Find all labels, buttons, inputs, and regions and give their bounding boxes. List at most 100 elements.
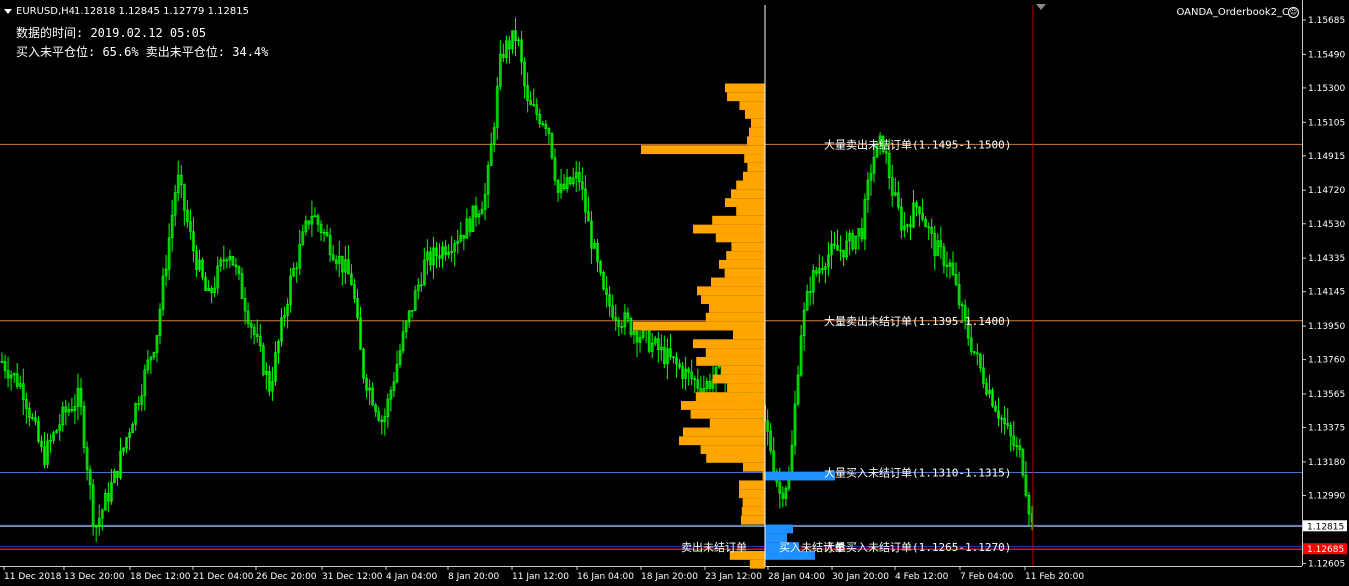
sell-order-bar <box>747 136 765 146</box>
price-axis-line <box>1302 0 1303 566</box>
sell-order-bar <box>712 374 765 384</box>
sell-order-bar <box>749 127 765 137</box>
data-time-label: 数据的时间: 2019.02.12 05:05 <box>16 26 207 40</box>
sell-order-bar <box>727 383 765 393</box>
sell-order-bar <box>681 401 765 410</box>
price-tick-label: 1.15300 <box>1308 84 1345 94</box>
time-tick-label: 18 Jan 20:00 <box>641 572 698 582</box>
sell-order-bar <box>701 295 765 305</box>
sell-order-bar <box>683 427 765 437</box>
sell-order-bar <box>690 409 765 419</box>
sell-order-bar <box>751 118 765 128</box>
sell-order-bar <box>705 312 765 322</box>
sell-order-bar <box>693 339 765 349</box>
price-tick-label: 1.15685 <box>1308 16 1345 26</box>
price-tick-label: 1.14720 <box>1308 186 1345 196</box>
sell-order-bar <box>743 171 765 181</box>
sell-order-bar <box>724 268 765 278</box>
sell-order-bar <box>736 180 765 190</box>
price-tick-label: 1.14335 <box>1308 254 1345 264</box>
time-tick-label: 21 Dec 04:00 <box>193 572 254 582</box>
price-tick-label: 1.14145 <box>1308 288 1345 298</box>
price-tick-label: 1.15490 <box>1308 50 1345 60</box>
sell-order-bar <box>705 348 765 357</box>
sell-order-bar <box>731 189 765 199</box>
time-tick-label: 8 Jan 20:00 <box>448 572 500 582</box>
time-tick-label: 23 Jan 12:00 <box>705 572 762 582</box>
order-annotation: 大量买入未结订单(1.1265-1.1270) <box>824 540 1011 554</box>
price-chart[interactable]: 1.15685 1.15490 1.15300 1.15105 1.14915 1.147… <box>0 0 1349 586</box>
price-tick-label: 1.13180 <box>1308 458 1345 468</box>
time-tick-label: 31 Dec 12:00 <box>322 572 383 582</box>
sell-order-bar <box>712 215 765 225</box>
ask-price-tag: 1.12685 <box>1307 545 1344 555</box>
time-tick-label: 13 Dec 20:00 <box>64 572 125 582</box>
time-tick-label: 11 Jan 12:00 <box>512 572 569 582</box>
sell-order-bar <box>725 198 765 207</box>
sell-order-bar <box>743 462 765 472</box>
sell-order-bar <box>736 206 765 216</box>
sell-order-bar <box>744 154 765 163</box>
sell-order-bar <box>711 277 765 287</box>
sell-order-bar <box>741 506 765 516</box>
time-tick-label: 30 Jan 20:00 <box>832 572 889 582</box>
sell-order-bar <box>725 83 765 93</box>
price-tick-label: 1.12605 <box>1308 559 1345 569</box>
sell-order-bar <box>731 242 765 252</box>
sell-order-bar <box>715 233 765 243</box>
order-annotation: 买入未结订单 <box>779 541 845 554</box>
sell-order-bar <box>727 92 765 102</box>
sell-order-bar <box>697 286 765 296</box>
time-tick-label: 4 Feb 12:00 <box>895 572 949 582</box>
sell-order-bar <box>696 356 765 366</box>
price-tick-label: 1.13565 <box>1308 390 1345 400</box>
time-tick-label: 11 Feb 20:00 <box>1025 572 1084 582</box>
sell-order-bar <box>739 489 765 499</box>
sell-order-bar <box>709 418 765 428</box>
position-label: 买入未平仓位: 65.6% 卖出未平仓位: 34.4% <box>16 45 269 59</box>
price-tick-label: 1.14915 <box>1308 152 1345 162</box>
sell-order-bar <box>739 480 765 490</box>
order-annotation: 大量卖出未结订单(1.1495-1.1500) <box>824 137 1011 151</box>
price-tick-label: 1.15105 <box>1308 118 1345 128</box>
sell-order-bar <box>719 259 765 269</box>
time-tick-label: 4 Jan 04:00 <box>386 572 438 582</box>
smiley-icon[interactable]: ☺ <box>1288 7 1299 18</box>
price-tick-label: 1.13950 <box>1308 322 1345 332</box>
time-tick-label: 11 Dec 2018 <box>4 572 62 582</box>
sell-order-bar <box>679 436 765 446</box>
sell-order-bar <box>733 330 765 340</box>
dropdown-triangle-icon[interactable] <box>4 9 12 14</box>
sell-order-bar <box>695 392 765 402</box>
sell-order-bar <box>745 109 765 119</box>
sell-order-bar <box>721 365 765 375</box>
order-annotation: 大量卖出未结订单(1.1395-1.1400) <box>824 314 1011 328</box>
buy-order-bar <box>765 524 793 534</box>
shift-marker-icon[interactable] <box>1036 4 1046 10</box>
sell-order-bar <box>641 145 765 155</box>
sell-order-bar <box>693 224 765 234</box>
time-tick-label: 26 Dec 20:00 <box>256 572 317 582</box>
time-tick-label: 28 Jan 04:00 <box>768 572 825 582</box>
price-tick-label: 1.13760 <box>1308 356 1345 366</box>
sell-order-bar <box>700 445 765 454</box>
symbol-label: EURUSD,H4 <box>16 6 76 17</box>
time-tick-label: 16 Jan 04:00 <box>577 572 634 582</box>
price-tick-label: 1.13375 <box>1308 424 1345 434</box>
order-annotation: 大量买入未结订单(1.1310-1.1315) <box>824 466 1011 480</box>
price-tick-label: 1.12990 <box>1308 491 1345 501</box>
price-tick-label: 1.14530 <box>1308 220 1345 230</box>
sell-order-bar <box>742 498 765 507</box>
bid-price-tag: 1.12815 <box>1307 522 1344 532</box>
time-axis-line <box>0 566 1302 567</box>
indicator-name: OANDA_Orderbook2_C <box>1176 7 1289 18</box>
sell-order-bar <box>706 453 765 463</box>
ohlc-label: 1.12818 1.12845 1.12779 1.12815 <box>74 6 249 17</box>
sell-order-bar <box>709 304 765 313</box>
sell-order-bar <box>633 321 765 331</box>
sell-order-bar <box>749 559 765 569</box>
sell-order-bar <box>726 251 765 260</box>
time-tick-label: 18 Dec 12:00 <box>130 572 191 582</box>
sell-order-bar <box>741 515 765 525</box>
sell-order-bar <box>747 162 765 172</box>
